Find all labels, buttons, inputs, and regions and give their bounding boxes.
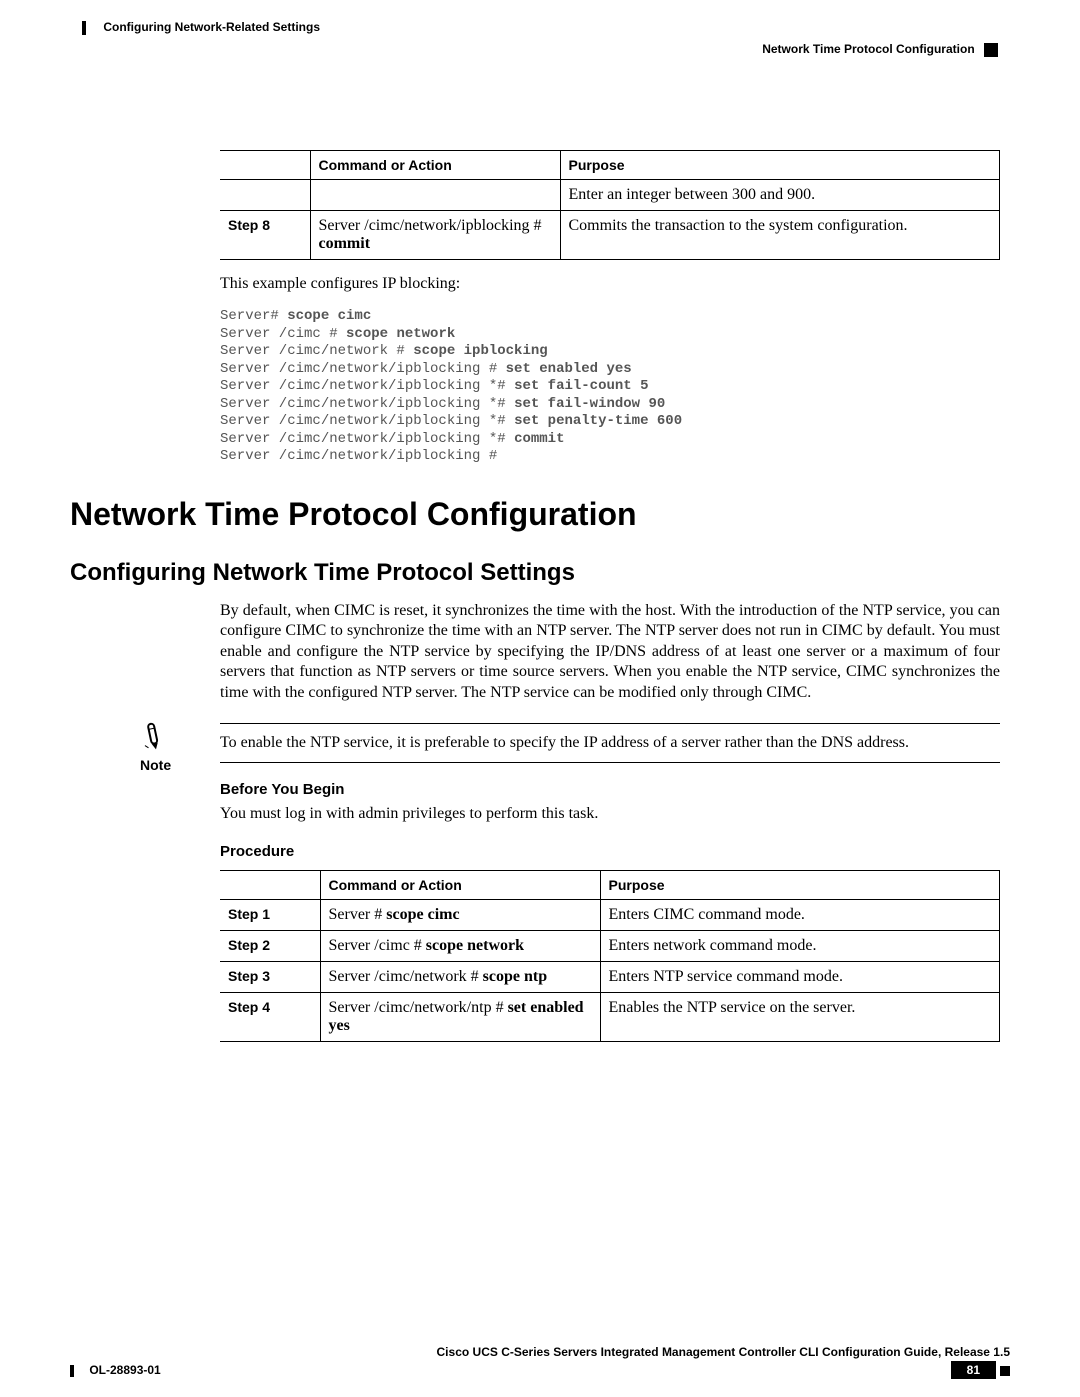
cell-purpose: Enters CIMC command mode. [600, 899, 1000, 930]
cell-purpose: Enter an integer between 300 and 900. [560, 180, 1000, 211]
cell-step: Step 1 [220, 899, 320, 930]
subsection-heading: Configuring Network Time Protocol Settin… [70, 559, 1000, 587]
cell-purpose: Enters NTP service command mode. [600, 961, 1000, 992]
cmd-bold: scope cimc [386, 906, 459, 923]
cmd-bold: commit [319, 235, 371, 252]
footer-page-number: 81 [951, 1361, 996, 1379]
header-bar-icon [82, 21, 86, 35]
header-right-text: Network Time Protocol Configuration [762, 42, 974, 56]
cli-example: Server# scope cimc Server /cimc # scope … [220, 308, 1000, 466]
page-footer: Cisco UCS C-Series Servers Integrated Ma… [70, 1345, 1010, 1379]
th-command: Command or Action [320, 870, 600, 899]
header-left: Configuring Network-Related Settings [82, 20, 320, 35]
procedure-title: Procedure [220, 843, 1000, 860]
cmd-bold: scope ntp [483, 968, 547, 985]
cell-command: Server /cimc/network/ntp # set enabled y… [320, 992, 600, 1041]
cmd-prefix: Server /cimc # [329, 937, 426, 954]
header-right: Network Time Protocol Configuration [762, 42, 998, 57]
ipblocking-table: Command or Action Purpose Enter an integ… [220, 150, 1000, 260]
cell-step: Step 2 [220, 930, 320, 961]
cell-command: Server /cimc/network # scope ntp [320, 961, 600, 992]
example-intro: This example configures IP blocking: [220, 274, 1000, 294]
th-purpose: Purpose [560, 151, 1000, 180]
cmd-prefix: Server # [329, 906, 387, 923]
cell-command: Server /cimc # scope network [320, 930, 600, 961]
note-block: Note To enable the NTP service, it is pr… [140, 723, 1000, 763]
cmd-prefix: Server /cimc/network # [329, 968, 483, 985]
th-blank [220, 151, 310, 180]
table-row: Step 1 Server # scope cimc Enters CIMC c… [220, 899, 1000, 930]
cell-step: Step 8 [220, 211, 310, 260]
footer-bar-icon [70, 1365, 74, 1377]
before-you-begin-title: Before You Begin [220, 781, 1000, 798]
footer-page-wrap: 81 [951, 1361, 1010, 1379]
note-text: To enable the NTP service, it is prefera… [220, 723, 1000, 763]
cell-purpose: Commits the transaction to the system co… [560, 211, 1000, 260]
cell-step: Step 4 [220, 992, 320, 1041]
cmd-bold: scope network [426, 937, 524, 954]
th-command: Command or Action [310, 151, 560, 180]
cell-command: Server # scope cimc [320, 899, 600, 930]
note-label: Note [140, 757, 171, 773]
footer-doc-id: OL-28893-01 [70, 1363, 161, 1377]
header-square-icon [984, 43, 998, 57]
cell-command: Server /cimc/network/ipblocking # commit [310, 211, 560, 260]
section-heading: Network Time Protocol Configuration [70, 496, 1000, 533]
footer-square-icon [1000, 1366, 1010, 1376]
cell-purpose: Enters network command mode. [600, 930, 1000, 961]
page-header: Configuring Network-Related Settings Net… [70, 20, 1010, 80]
th-purpose: Purpose [600, 870, 1000, 899]
ntp-procedure-table: Command or Action Purpose Step 1 Server … [220, 870, 1000, 1042]
table-row: Step 8 Server /cimc/network/ipblocking #… [220, 211, 1000, 260]
cmd-prefix: Server /cimc/network/ipblocking # [319, 217, 542, 234]
before-you-begin-text: You must log in with admin privileges to… [220, 804, 1000, 824]
body-paragraph: By default, when CIMC is reset, it synch… [220, 601, 1000, 703]
table-row: Step 2 Server /cimc # scope network Ente… [220, 930, 1000, 961]
table-row: Step 4 Server /cimc/network/ntp # set en… [220, 992, 1000, 1041]
cmd-prefix: Server /cimc/network/ntp # [329, 999, 508, 1016]
header-left-text: Configuring Network-Related Settings [103, 20, 320, 34]
table-row: Enter an integer between 300 and 900. [220, 180, 1000, 211]
note-icon [140, 719, 172, 756]
th-blank [220, 870, 320, 899]
cell-purpose: Enables the NTP service on the server. [600, 992, 1000, 1041]
table-row: Step 3 Server /cimc/network # scope ntp … [220, 961, 1000, 992]
footer-guide-title: Cisco UCS C-Series Servers Integrated Ma… [70, 1345, 1010, 1359]
cell-step: Step 3 [220, 961, 320, 992]
